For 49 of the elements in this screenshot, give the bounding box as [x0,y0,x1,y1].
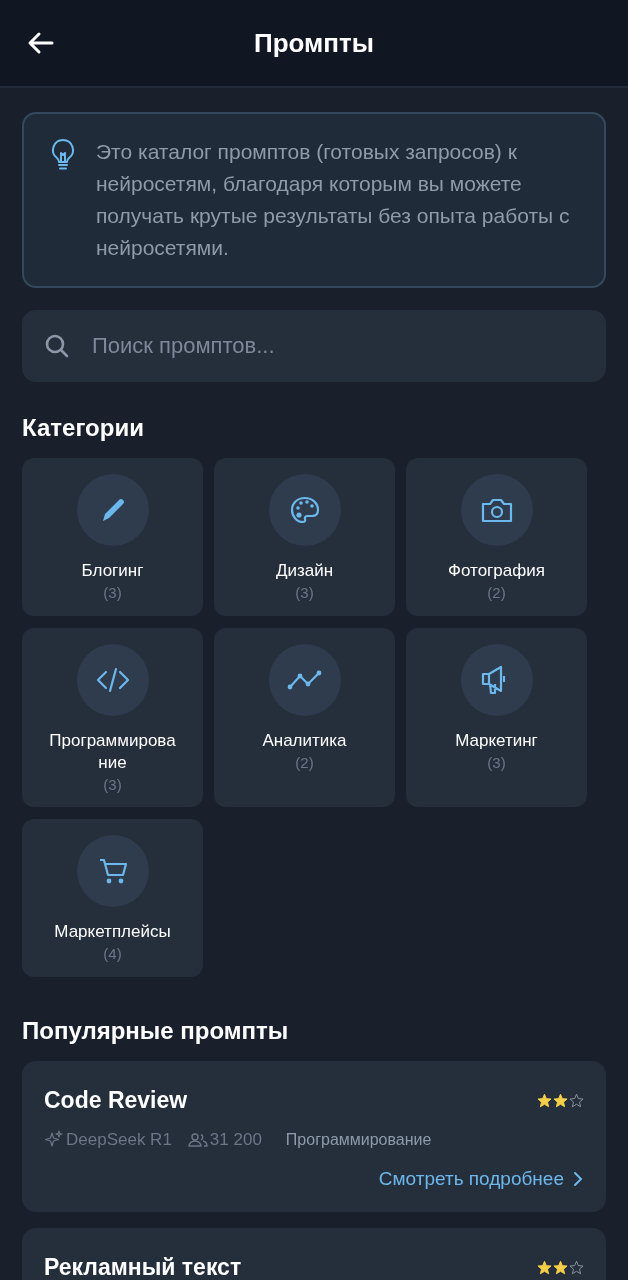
category-tile[interactable]: Фотография (2) [406,458,587,616]
prompt-count: (2) [487,584,506,601]
prompt-card[interactable]: Code Review DeepSeek R1 31 200 Программирование Смотреть подробнее [22,1061,606,1212]
prompt-count: (4) [103,945,122,962]
star-icon [537,1093,552,1108]
star-icon [569,1260,584,1275]
search-field[interactable]: Поиск промптов... [22,310,606,382]
category-tile[interactable]: Блогинг (3) [22,458,203,616]
category-name: Дизайн [274,560,335,582]
prompt-count: (2) [295,754,314,771]
category-tile[interactable]: Дизайн (3) [214,458,395,616]
category-name: Фотография [447,560,546,582]
prompt-count: (3) [295,584,314,601]
lightbulb-icon [50,138,76,172]
category-name: Маркетинг [454,730,539,752]
screen-title: Промпты [254,27,374,59]
prompt-title: Рекламный текст [44,1254,242,1280]
camera-icon [479,496,514,524]
code-icon [94,666,131,694]
section-heading: Популярные промпты [22,1017,289,1045]
user-count: 31 200 [209,1130,262,1150]
prompt-count: (3) [103,584,122,601]
details-link[interactable]: Смотреть подробнее [378,1168,584,1190]
category-tile[interactable]: Программирова ние (3) [22,628,203,807]
prompt-title: Code Review [44,1087,188,1114]
category-name: Аналитика [261,730,348,752]
back-arrow-icon [26,31,54,55]
star-icon [569,1093,584,1108]
category-tile[interactable]: Аналитика (2) [214,628,395,807]
prompt-count: (3) [103,776,122,793]
star-icon [537,1260,552,1275]
category-name: Программирова ние [48,730,177,774]
category-name: Маркетплейсы [53,921,172,943]
star-icon [553,1260,568,1275]
category-tile[interactable]: Маркетинг (3) [406,628,587,807]
prompt-count: (3) [487,754,506,771]
line-chart-icon [286,669,323,691]
star-icon [553,1093,568,1108]
palette-icon [288,495,321,525]
category-label: Программирование [285,1131,432,1149]
category-tile[interactable]: Маркетплейсы (4) [22,819,203,977]
users-icon [187,1132,208,1148]
info-text: Это каталог промптов (готовых запросов) к нейросетям, благодаря которым вы можете получать крутые результаты без опыта работы с нейросетями. [96,139,570,261]
search-icon [44,333,70,359]
category-name: Блогинг [80,560,145,582]
prompt-card[interactable]: Рекламный текст [22,1228,606,1280]
section-heading: Категории [22,414,144,442]
model-name: DeepSeek R1 [66,1130,172,1150]
chevron-right-icon [572,1170,584,1188]
